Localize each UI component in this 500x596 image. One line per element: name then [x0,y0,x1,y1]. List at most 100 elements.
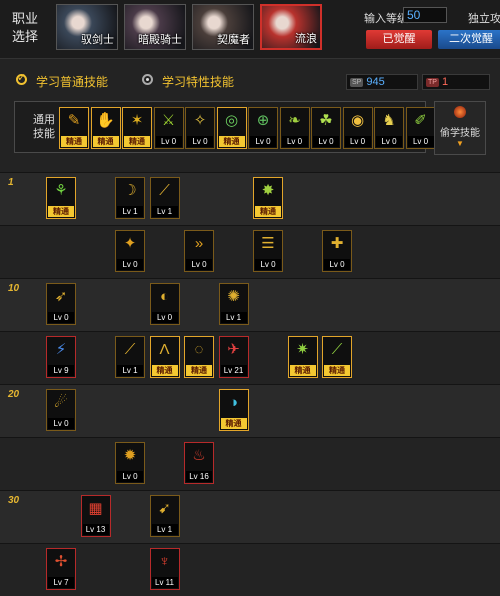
skill-icon-frame: ➶ Lv 0 [46,283,76,325]
skill-icon[interactable]: ✈ Lv 21 [218,336,249,378]
skill-level-badge: Lv 16 [186,471,212,482]
skill-icon[interactable]: ❧ Lv 0 [279,107,310,149]
skill-level-badge: 精通 [220,418,247,429]
level-input[interactable] [403,7,447,23]
awakened-button[interactable]: 已觉醒 [366,30,432,49]
skill-glyph-icon: ✹ [123,447,137,464]
skill-glyph-icon: ⚡ [55,341,67,358]
skill-glyph-icon: ⟋ [159,182,170,199]
skill-icon-frame: » Lv 0 [184,230,214,272]
skill-level-badge: Lv 0 [344,136,371,147]
skill-icon[interactable]: ⟋ Lv 1 [115,336,145,378]
skill-level-badge: Lv 7 [48,577,74,588]
skill-tree-row: 1 ⚘ 精通 ☽ Lv 1 ⟋ Lv 1 ✸ 精通 [0,172,500,225]
class-portrait-1[interactable]: 驭剑士 [56,4,118,50]
skill-icon[interactable]: ◐ Lv 0 [149,283,180,325]
skill-icon[interactable]: ☰ Lv 0 [253,230,283,272]
skill-icon[interactable]: ➹ Lv 1 [149,495,180,537]
skill-icon-frame: ⊕ Lv 0 [248,107,278,149]
skill-icon[interactable]: ✸ 精通 [253,177,283,219]
skill-level-badge: Lv 0 [255,259,281,270]
skill-icon[interactable]: ⚡ Lv 9 [46,336,76,378]
skill-icon[interactable]: ⚘ 精通 [46,177,76,219]
skill-tree-row: ✹ Lv 0 ♨ Lv 16 [0,437,500,490]
skill-icon[interactable]: ◌ 精通 [184,336,214,378]
skill-icon[interactable]: ✧ Lv 0 [185,107,215,149]
skill-tree-row: ✢ Lv 7 ♆ Lv 11 [0,543,500,596]
skill-icon-frame: ✐ Lv 0 [405,107,436,149]
skill-icon[interactable]: ♞ Lv 0 [374,107,404,149]
skill-level-badge: Lv 1 [220,312,247,323]
skill-tree-row: 10 ➶ Lv 0 ◐ Lv 0 ✺ Lv 1 [0,278,500,331]
skill-icon[interactable]: ⟋ Lv 1 [149,177,180,219]
class-name: 流浪 [295,33,317,45]
class-portrait-3[interactable]: 契魔者 [192,4,254,50]
skill-icon-frame: Λ 精通 [149,336,180,378]
skill-tree-row: ⚡ Lv 9 ⟋ Lv 1 Λ 精通 ◌ 精通 ✈ Lv 21 ✷ 精通 ⟋ 精通 [0,331,500,384]
second-awakening-button[interactable]: 二次觉醒 [438,30,500,49]
skill-icon[interactable]: ✷ 精通 [287,336,318,378]
skill-icon-frame: ◉ Lv 0 [342,107,373,149]
independent-attack-label: 独立攻 [468,13,500,25]
class-portraits: 驭剑士 暗殿骑士 契魔者 流浪 [56,4,322,50]
class-name: 暗殿骑士 [138,34,182,46]
skill-glyph-icon: » [194,235,204,252]
row-level-label: 30 [8,495,20,506]
class-portrait-2[interactable]: 暗殿骑士 [124,4,186,50]
skill-icon[interactable]: Λ 精通 [149,336,180,378]
skill-glyph-icon: ✷ [296,341,309,358]
skill-icon-frame: ✸ 精通 [253,177,283,219]
skill-icon[interactable]: ✶ 精通 [122,107,152,149]
skill-icon[interactable]: ♆ Lv 11 [149,548,180,590]
skill-level-badge: Lv 0 [250,136,276,147]
skill-glyph-icon: ☘ [319,112,333,129]
steal-skills-button[interactable]: 偷学技能 ▼ [434,101,486,155]
skill-icon[interactable]: » Lv 0 [184,230,214,272]
skill-icon[interactable]: ➶ Lv 0 [46,283,76,325]
skill-glyph-icon: ✢ [54,553,68,570]
special-skill-label[interactable]: 学习特性技能 [162,73,234,90]
skill-glyph-icon: ✎ [67,112,81,129]
skill-icon[interactable]: ⟋ 精通 [322,336,352,378]
skill-level-badge: Lv 0 [324,259,350,270]
normal-skill-radio[interactable] [16,71,27,85]
skill-glyph-icon: ◑ [228,394,239,411]
tp-tag: TP [426,77,439,87]
row-level-label: 1 [8,177,14,188]
normal-skill-label[interactable]: 学习普通技能 [36,73,108,90]
skill-icon[interactable]: ☽ Lv 1 [115,177,145,219]
skill-icon[interactable]: ✦ Lv 0 [115,230,145,272]
skill-icon[interactable]: ✺ Lv 1 [218,283,249,325]
skill-icon[interactable]: ✋ 精通 [90,107,121,149]
skill-icon[interactable]: ◑ 精通 [218,389,249,431]
skill-icon[interactable]: ⊕ Lv 0 [248,107,278,149]
skill-glyph-icon: ☽ [123,182,137,199]
skill-glyph-icon: ✸ [261,182,275,199]
skill-icon[interactable]: ◉ Lv 0 [342,107,373,149]
skill-glyph-icon: ✐ [414,112,427,129]
skill-icon[interactable]: ✹ Lv 0 [115,442,145,484]
skill-icon-frame: ⚘ 精通 [46,177,76,219]
skill-glyph-icon: ✺ [227,288,240,305]
skill-level-badge: Lv 11 [151,577,178,588]
steal-skill-icon [454,106,466,118]
skill-icon[interactable]: ✎ 精通 [59,107,89,149]
skill-icon[interactable]: ☘ Lv 0 [311,107,341,149]
skill-icon[interactable]: ✢ Lv 7 [46,548,76,590]
skill-icon[interactable]: ✐ Lv 0 [405,107,436,149]
steal-skills-label: 偷学技能 [440,128,480,139]
skill-icon[interactable]: ▦ Lv 13 [80,495,111,537]
special-skill-radio[interactable] [142,74,153,85]
skill-level-badge: 精通 [324,365,350,376]
skill-glyph-icon: ♆ [158,553,171,570]
general-skills-panel: 通用技能 ✎ 精通 ✋ 精通 ✶ 精通 ⚔ Lv 0 ✧ Lv 0 ◎ 精通 ⊕ Lv 0 ❧ Lv 0 ☘ Lv… [14,101,436,153]
class-portrait-4[interactable]: 流浪 [260,4,322,50]
skill-icon[interactable]: ◎ 精通 [216,107,247,149]
skill-icon-frame: ☄ Lv 0 [46,389,76,431]
skill-icon[interactable]: ♨ Lv 16 [184,442,214,484]
skill-glyph-icon: ◐ [159,288,170,305]
skill-icon[interactable]: ✚ Lv 0 [322,230,352,272]
skill-icon[interactable]: ⚔ Lv 0 [153,107,184,149]
skill-icon[interactable]: ☄ Lv 0 [46,389,76,431]
general-skills-label-text: 通用技能 [33,114,55,140]
